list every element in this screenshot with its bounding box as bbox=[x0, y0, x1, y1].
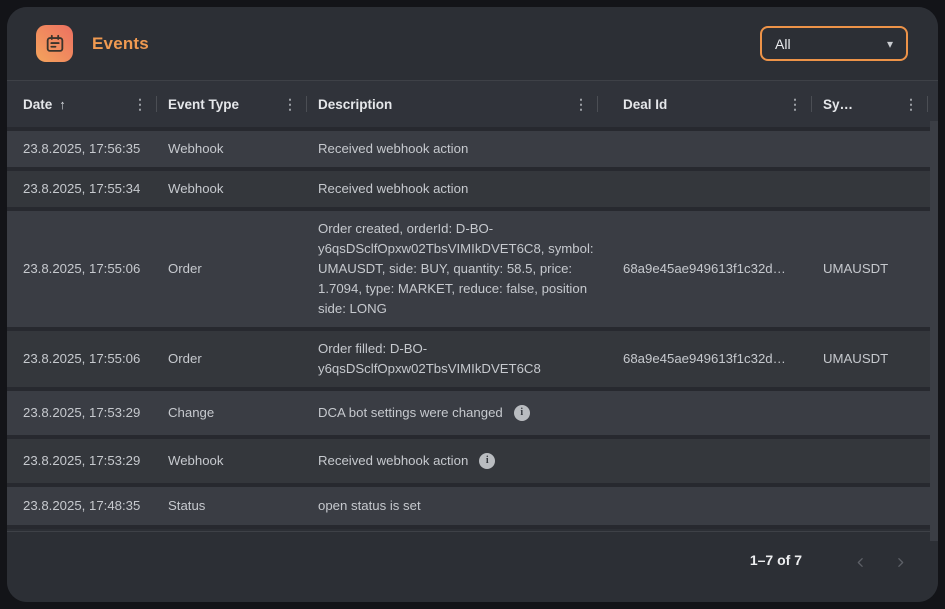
column-label: Sy… bbox=[823, 97, 853, 112]
column-header-deal-id[interactable]: Deal Id ⋮ bbox=[612, 81, 812, 127]
description-text: DCA bot settings were changed bbox=[318, 403, 503, 423]
column-label: Deal Id bbox=[623, 97, 667, 112]
filter-dropdown-value: All bbox=[775, 36, 791, 52]
column-menu-icon[interactable]: ⋮ bbox=[279, 96, 301, 113]
table-row[interactable]: 23.8.2025, 17:55:34 Webhook Received web… bbox=[7, 171, 938, 207]
filter-dropdown[interactable]: All ▾ bbox=[760, 26, 908, 61]
description-text: Received webhook action bbox=[318, 141, 468, 156]
cell-symbol: UMAUSDT bbox=[812, 349, 938, 369]
pagination-bar: 1–7 of 7 bbox=[7, 532, 938, 602]
cell-date: 23.8.2025, 17:56:35 bbox=[7, 139, 157, 159]
cell-symbol: UMAUSDT bbox=[812, 259, 938, 279]
column-header-date[interactable]: Date ↑ ⋮ bbox=[7, 81, 157, 127]
events-table: Date ↑ ⋮ Event Type ⋮ Description ⋮ Deal… bbox=[7, 81, 938, 529]
cell-date: 23.8.2025, 17:55:06 bbox=[7, 259, 157, 279]
column-menu-icon[interactable]: ⋮ bbox=[900, 96, 922, 113]
cell-event-type: Webhook bbox=[157, 179, 307, 199]
table-row[interactable]: 23.8.2025, 17:53:29 Webhook Received web… bbox=[7, 439, 938, 483]
cell-deal-id: 68a9e45ae949613f1c32d… bbox=[612, 349, 812, 369]
column-divider bbox=[927, 96, 928, 112]
column-header-symbol[interactable]: Sy… ⋮ bbox=[812, 81, 938, 127]
description-text: Order filled: D-BO-y6qsDSclfOpxw02TbsVIM… bbox=[318, 341, 541, 376]
cell-deal-id: 68a9e45ae949613f1c32d… bbox=[612, 259, 812, 279]
table-row[interactable]: 23.8.2025, 17:56:35 Webhook Received web… bbox=[7, 131, 938, 167]
info-icon[interactable]: i bbox=[514, 405, 530, 421]
description-text: Order created, orderId: D-BO-y6qsDSclfOp… bbox=[318, 221, 594, 316]
panel-header: Events All ▾ bbox=[7, 7, 938, 80]
column-label: Event Type bbox=[168, 97, 239, 112]
cell-description: Order filled: D-BO-y6qsDSclfOpxw02TbsVIM… bbox=[307, 331, 612, 387]
description-text: Received webhook action bbox=[318, 181, 468, 196]
description-text: open status is set bbox=[318, 498, 421, 513]
cell-date: 23.8.2025, 17:53:29 bbox=[7, 403, 157, 423]
table-row[interactable]: 23.8.2025, 17:55:06 Order Order created,… bbox=[7, 211, 938, 327]
cell-event-type: Order bbox=[157, 259, 307, 279]
pagination-range: 1–7 of 7 bbox=[750, 552, 802, 568]
sort-asc-icon[interactable]: ↑ bbox=[59, 97, 66, 112]
table-header-row: Date ↑ ⋮ Event Type ⋮ Description ⋮ Deal… bbox=[7, 81, 938, 127]
column-menu-icon[interactable]: ⋮ bbox=[570, 96, 592, 113]
cell-description: Received webhook action bbox=[307, 139, 612, 159]
table-row[interactable]: 23.8.2025, 17:55:06 Order Order filled: … bbox=[7, 331, 938, 387]
chevron-down-icon: ▾ bbox=[887, 38, 893, 50]
cell-description: DCA bot settings were changed i bbox=[307, 403, 612, 423]
cell-date: 23.8.2025, 17:55:06 bbox=[7, 349, 157, 369]
next-page-button[interactable] bbox=[888, 550, 912, 574]
cell-date: 23.8.2025, 17:53:29 bbox=[7, 451, 157, 471]
cell-description: Received webhook action bbox=[307, 179, 612, 199]
column-menu-icon[interactable]: ⋮ bbox=[784, 96, 806, 113]
table-row[interactable]: 23.8.2025, 17:53:29 Change DCA bot setti… bbox=[7, 391, 938, 435]
cell-description: open status is set bbox=[307, 496, 612, 516]
info-icon[interactable]: i bbox=[479, 453, 495, 469]
cell-event-type: Change bbox=[157, 403, 307, 423]
column-header-event-type[interactable]: Event Type ⋮ bbox=[157, 81, 307, 127]
table-scrollbar[interactable] bbox=[930, 121, 938, 541]
column-header-description[interactable]: Description ⋮ bbox=[307, 81, 612, 127]
events-panel: Events All ▾ Date ↑ ⋮ Event Type ⋮ bbox=[7, 7, 938, 602]
column-label: Description bbox=[318, 97, 392, 112]
previous-page-button[interactable] bbox=[848, 550, 872, 574]
cell-description: Received webhook action i bbox=[307, 451, 612, 471]
cell-event-type: Webhook bbox=[157, 139, 307, 159]
cell-event-type: Status bbox=[157, 496, 307, 516]
cell-event-type: Webhook bbox=[157, 451, 307, 471]
column-label: Date bbox=[23, 97, 52, 112]
table-row[interactable]: 23.8.2025, 17:48:35 Status open status i… bbox=[7, 487, 938, 525]
cell-date: 23.8.2025, 17:55:34 bbox=[7, 179, 157, 199]
events-calendar-icon bbox=[36, 25, 73, 62]
cell-date: 23.8.2025, 17:48:35 bbox=[7, 496, 157, 516]
cell-description: Order created, orderId: D-BO-y6qsDSclfOp… bbox=[307, 211, 612, 327]
page-title: Events bbox=[92, 34, 149, 54]
column-menu-icon[interactable]: ⋮ bbox=[129, 96, 151, 113]
cell-event-type: Order bbox=[157, 349, 307, 369]
column-divider bbox=[597, 96, 598, 112]
description-text: Received webhook action bbox=[318, 451, 468, 471]
